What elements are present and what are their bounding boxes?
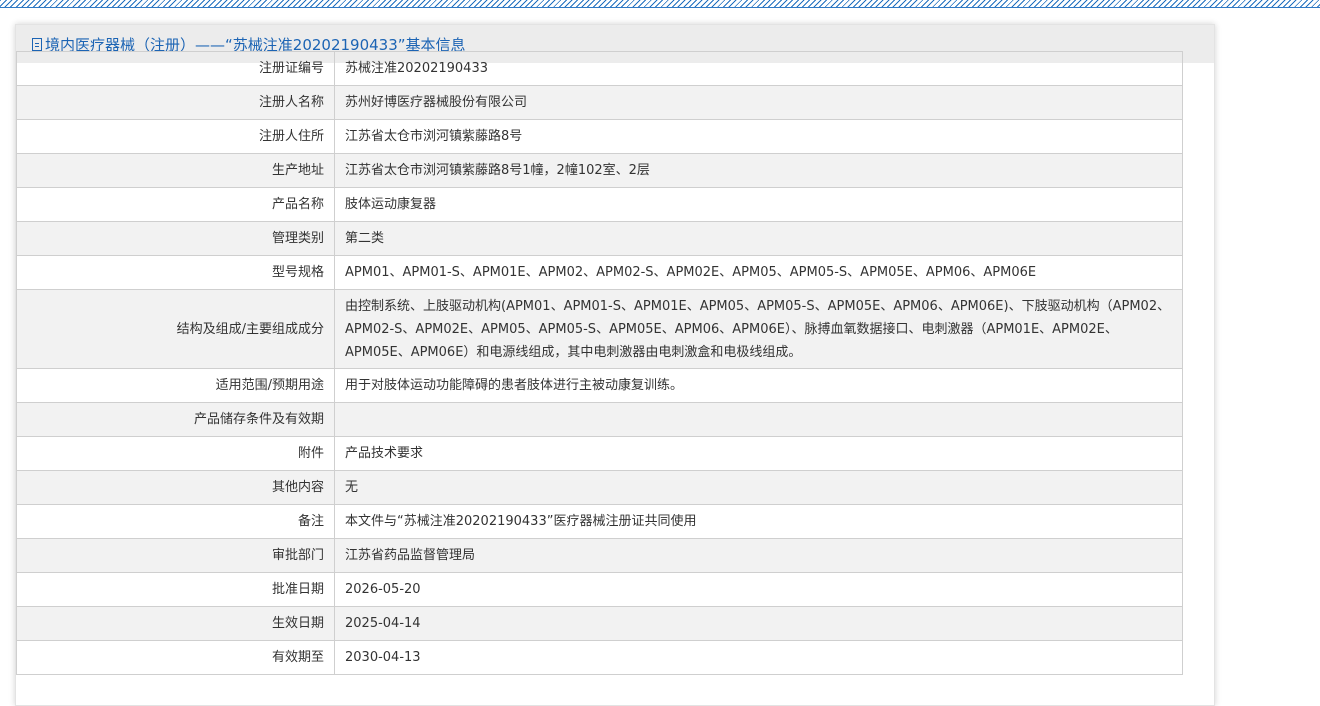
info-table: 注册证编号 苏械注准20202190433 注册人名称 苏州好博医疗器械股份有限… xyxy=(16,51,1183,675)
table-row: 审批部门 江苏省药品监督管理局 xyxy=(16,538,1183,573)
table-row: 产品储存条件及有效期 xyxy=(16,402,1183,437)
row-value: 苏州好博医疗器械股份有限公司 xyxy=(334,85,1183,120)
row-label: 注册人住所 xyxy=(16,119,335,154)
table-row: 生效日期 2025-04-14 xyxy=(16,606,1183,641)
table-row: 注册人住所 江苏省太仓市浏河镇紫藤路8号 xyxy=(16,119,1183,154)
row-label: 型号规格 xyxy=(16,255,335,290)
row-label: 附件 xyxy=(16,436,335,471)
row-label: 注册人名称 xyxy=(16,85,335,120)
row-value: 江苏省太仓市浏河镇紫藤路8号 xyxy=(334,119,1183,154)
row-label: 审批部门 xyxy=(16,538,335,573)
table-row: 批准日期 2026-05-20 xyxy=(16,572,1183,607)
row-value: 产品技术要求 xyxy=(334,436,1183,471)
row-value: 2025-04-14 xyxy=(334,606,1183,641)
row-value: APM01、APM01-S、APM01E、APM02、APM02-S、APM02… xyxy=(334,255,1183,290)
row-label: 批准日期 xyxy=(16,572,335,607)
table-row: 产品名称 肢体运动康复器 xyxy=(16,187,1183,222)
row-value: 本文件与“苏械注准20202190433”医疗器械注册证共同使用 xyxy=(334,504,1183,539)
row-label: 其他内容 xyxy=(16,470,335,505)
table-row: 备注 本文件与“苏械注准20202190433”医疗器械注册证共同使用 xyxy=(16,504,1183,539)
row-value: 2026-05-20 xyxy=(334,572,1183,607)
row-label: 生效日期 xyxy=(16,606,335,641)
document-icon xyxy=(32,37,42,51)
row-value: 无 xyxy=(334,470,1183,505)
row-label: 备注 xyxy=(16,504,335,539)
row-value: 苏械注准20202190433 xyxy=(334,51,1183,86)
row-label: 管理类别 xyxy=(16,221,335,256)
table-row: 附件 产品技术要求 xyxy=(16,436,1183,471)
row-label: 结构及组成/主要组成成分 xyxy=(16,289,335,369)
row-label: 有效期至 xyxy=(16,640,335,675)
row-label: 产品储存条件及有效期 xyxy=(16,402,335,437)
row-value: 用于对肢体运动功能障碍的患者肢体进行主被动康复训练。 xyxy=(334,368,1183,403)
row-label: 注册证编号 xyxy=(16,51,335,86)
row-label: 产品名称 xyxy=(16,187,335,222)
row-value: 江苏省药品监督管理局 xyxy=(334,538,1183,573)
table-row: 其他内容 无 xyxy=(16,470,1183,505)
table-row: 结构及组成/主要组成成分 由控制系统、上肢驱动机构(APM01、APM01-S、… xyxy=(16,289,1183,369)
row-value xyxy=(334,402,1183,437)
table-row: 注册人名称 苏州好博医疗器械股份有限公司 xyxy=(16,85,1183,120)
table-row: 管理类别 第二类 xyxy=(16,221,1183,256)
row-value: 由控制系统、上肢驱动机构(APM01、APM01-S、APM01E、APM05、… xyxy=(334,289,1183,369)
row-value: 2030-04-13 xyxy=(334,640,1183,675)
row-value: 第二类 xyxy=(334,221,1183,256)
table-row: 型号规格 APM01、APM01-S、APM01E、APM02、APM02-S、… xyxy=(16,255,1183,290)
row-value: 江苏省太仓市浏河镇紫藤路8号1幢，2幢102室、2层 xyxy=(334,153,1183,188)
top-decorative-stripe xyxy=(0,0,1320,8)
row-label: 生产地址 xyxy=(16,153,335,188)
row-value: 肢体运动康复器 xyxy=(334,187,1183,222)
row-label: 适用范围/预期用途 xyxy=(16,368,335,403)
table-row: 有效期至 2030-04-13 xyxy=(16,640,1183,675)
table-row: 适用范围/预期用途 用于对肢体运动功能障碍的患者肢体进行主被动康复训练。 xyxy=(16,368,1183,403)
table-row: 注册证编号 苏械注准20202190433 xyxy=(16,51,1183,86)
table-row: 生产地址 江苏省太仓市浏河镇紫藤路8号1幢，2幢102室、2层 xyxy=(16,153,1183,188)
